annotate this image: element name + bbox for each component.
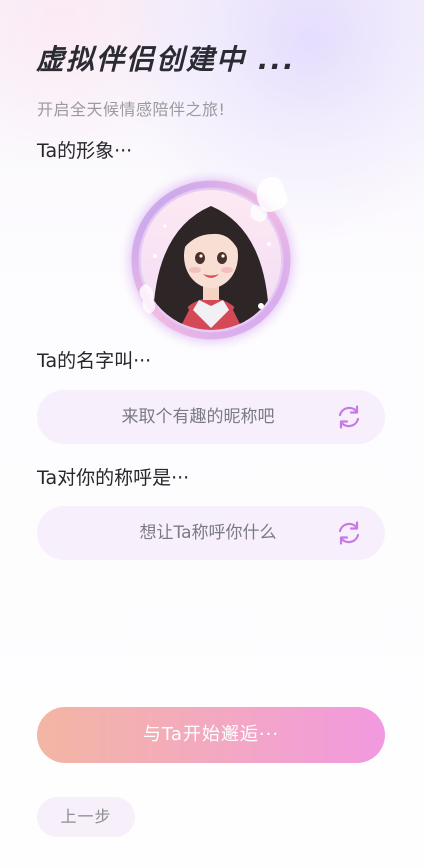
- nickname-input-placeholder: 想让Ta称呼你什么: [139, 523, 277, 543]
- name-input-placeholder: 来取个有趣的昵称吧: [121, 407, 275, 427]
- start-encounter-button[interactable]: 与Ta开始邂逅···: [37, 707, 385, 763]
- page-subtitle: 开启全天候情感陪伴之旅!: [37, 100, 226, 119]
- companion-avatar[interactable]: [113, 160, 309, 356]
- refresh-icon[interactable]: [335, 403, 363, 431]
- avatar-section-label: Ta的形象···: [37, 140, 133, 162]
- page-title: 虚拟伴侣创建中 ...: [36, 43, 296, 76]
- create-companion-screen: 虚拟伴侣创建中 ... 开启全天候情感陪伴之旅! Ta的形象··· Ta的名字叫…: [0, 0, 424, 868]
- name-input[interactable]: 来取个有趣的昵称吧: [37, 390, 385, 444]
- nickname-section-label: Ta对你的称呼是···: [37, 467, 190, 489]
- companion-avatar-image: [117, 166, 305, 354]
- name-section-label: Ta的名字叫···: [37, 350, 152, 372]
- refresh-icon[interactable]: [335, 519, 363, 547]
- nickname-input[interactable]: 想让Ta称呼你什么: [37, 506, 385, 560]
- previous-step-button[interactable]: 上一步: [37, 797, 135, 837]
